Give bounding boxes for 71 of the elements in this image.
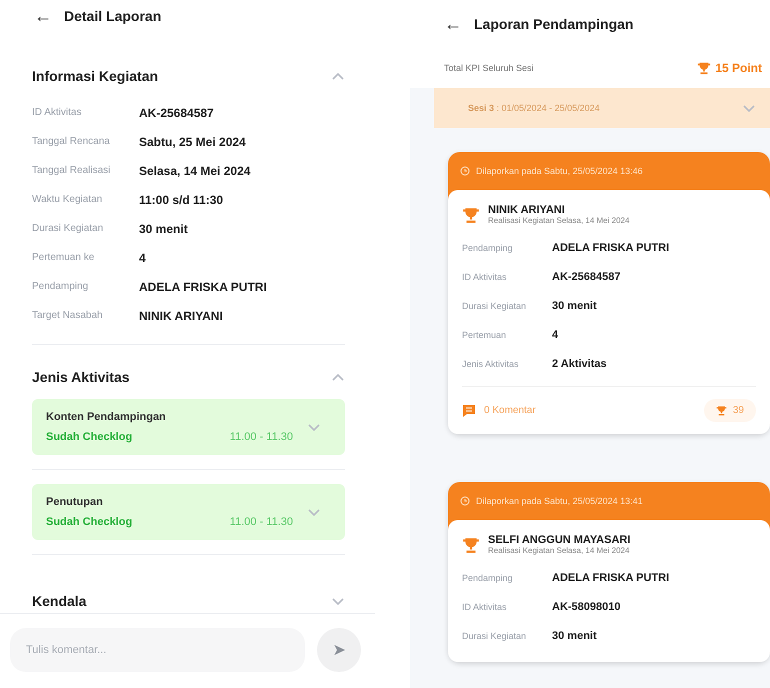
field-label: ID Aktivitas [462, 602, 508, 612]
activity-card[interactable]: Penutupan Sudah Checklog 11.00 - 11.30 [32, 484, 345, 540]
activity-time: 11.00 - 11.30 [230, 516, 293, 528]
screen-title: Detail Laporan [64, 8, 162, 24]
field-label: Durasi Kegiatan [462, 300, 528, 310]
field-label: Pertemuan ke [32, 252, 96, 263]
field-label: Durasi Kegiatan [462, 630, 528, 640]
chevron-down-icon[interactable] [742, 104, 756, 112]
report-card[interactable]: Dilaporkan pada Sabtu, 25/05/2024 13:41 SELFI ANGGUN MAYASARI Realisasi Kegiatan Selasa, 14 Mei 2024 Pendamping ADELA FRISKA PUTRI ID Aktivitas AK-58098010 Durasi Kegiatan 30 menit [448, 482, 770, 662]
field-value: ADELA FRISKA PUTRI [552, 242, 670, 254]
chevron-down-icon[interactable] [331, 596, 345, 606]
field-value: Selasa, 14 Mei 2024 [139, 164, 250, 178]
checklog-status: Sudah Checklog [46, 516, 132, 528]
section-title: Kendala [32, 593, 86, 609]
field-label: Target Nasabah [32, 310, 104, 321]
reported-time: Dilaporkan pada Sabtu, 25/05/2024 13:46 [476, 166, 643, 176]
client-name: SELFI ANGGUN MAYASARI [488, 534, 630, 546]
activity-card[interactable]: Konten Pendampingan Sudah Checklog 11.00 - 11.30 [32, 399, 345, 455]
checklog-status: Sudah Checklog [46, 431, 132, 443]
kpi-label: Total KPI Seluruh Sesi [444, 63, 534, 73]
back-icon[interactable]: ← [34, 6, 52, 26]
field-value: AK-25684587 [139, 106, 214, 120]
points-badge: 39 [704, 399, 756, 422]
field-label: Pertemuan [462, 330, 508, 340]
chevron-down-icon[interactable] [307, 508, 321, 516]
field-label: Durasi Kegiatan [32, 223, 104, 234]
trophy-icon [716, 405, 727, 416]
field-value: ADELA FRISKA PUTRI [139, 280, 267, 294]
field-value: 30 menit [552, 300, 597, 312]
field-label: ID Aktivitas [32, 107, 82, 118]
clock-icon [460, 166, 470, 176]
section-title: Jenis Aktivitas [32, 369, 130, 385]
field-label: Waktu Kegiatan [32, 194, 104, 205]
realization-date: Realisasi Kegiatan Selasa, 14 Mei 2024 [488, 216, 630, 225]
field-value: 30 menit [552, 630, 597, 642]
section-title: Informasi Kegiatan [32, 68, 158, 84]
field-value: 11:00 s/d 11:30 [139, 192, 224, 206]
field-value: AK-58098010 [552, 600, 620, 612]
screen-title: Laporan Pendampingan [474, 16, 634, 32]
realization-date: Realisasi Kegiatan Selasa, 14 Mei 2024 [488, 546, 630, 555]
field-label: Tanggal Rencana [32, 136, 111, 147]
chevron-down-icon[interactable] [307, 422, 321, 432]
trophy-icon [462, 536, 480, 554]
client-name: NINIK ARIYANI [488, 204, 566, 216]
activity-name: Konten Pendampingan [46, 411, 167, 423]
back-icon[interactable]: ← [444, 14, 462, 34]
activity-time: 11.00 - 11.30 [230, 431, 293, 443]
trophy-icon [697, 61, 712, 75]
activity-name: Penutupan [46, 496, 104, 508]
field-value: 4 [552, 328, 558, 340]
field-label: Pendamping [462, 572, 514, 582]
field-value: 30 menit [139, 222, 188, 236]
chevron-up-icon[interactable] [331, 372, 345, 382]
comment-icon [462, 404, 476, 418]
clock-icon [460, 496, 470, 506]
field-value: ADELA FRISKA PUTRI [552, 572, 670, 584]
field-value: Sabtu, 25 Mei 2024 [139, 134, 246, 148]
field-label: Pendamping [462, 242, 514, 252]
kpi-points: 15 Point [697, 61, 762, 75]
field-label: Jenis Aktivitas [462, 358, 520, 368]
field-label: ID Aktivitas [462, 272, 508, 282]
trophy-icon [462, 206, 480, 224]
field-value: NINIK ARIYANI [139, 308, 223, 322]
field-value: 4 [139, 250, 146, 264]
comment-field[interactable]: Tulis komentar... [10, 628, 305, 672]
chevron-up-icon[interactable] [331, 72, 345, 80]
field-value: AK-25684587 [552, 270, 620, 282]
field-label: Pendamping [32, 281, 90, 292]
reported-time: Dilaporkan pada Sabtu, 25/05/2024 13:41 [476, 496, 643, 506]
field-value: 2 Aktivitas [552, 358, 607, 370]
field-label: Tanggal Realisasi [32, 165, 112, 176]
